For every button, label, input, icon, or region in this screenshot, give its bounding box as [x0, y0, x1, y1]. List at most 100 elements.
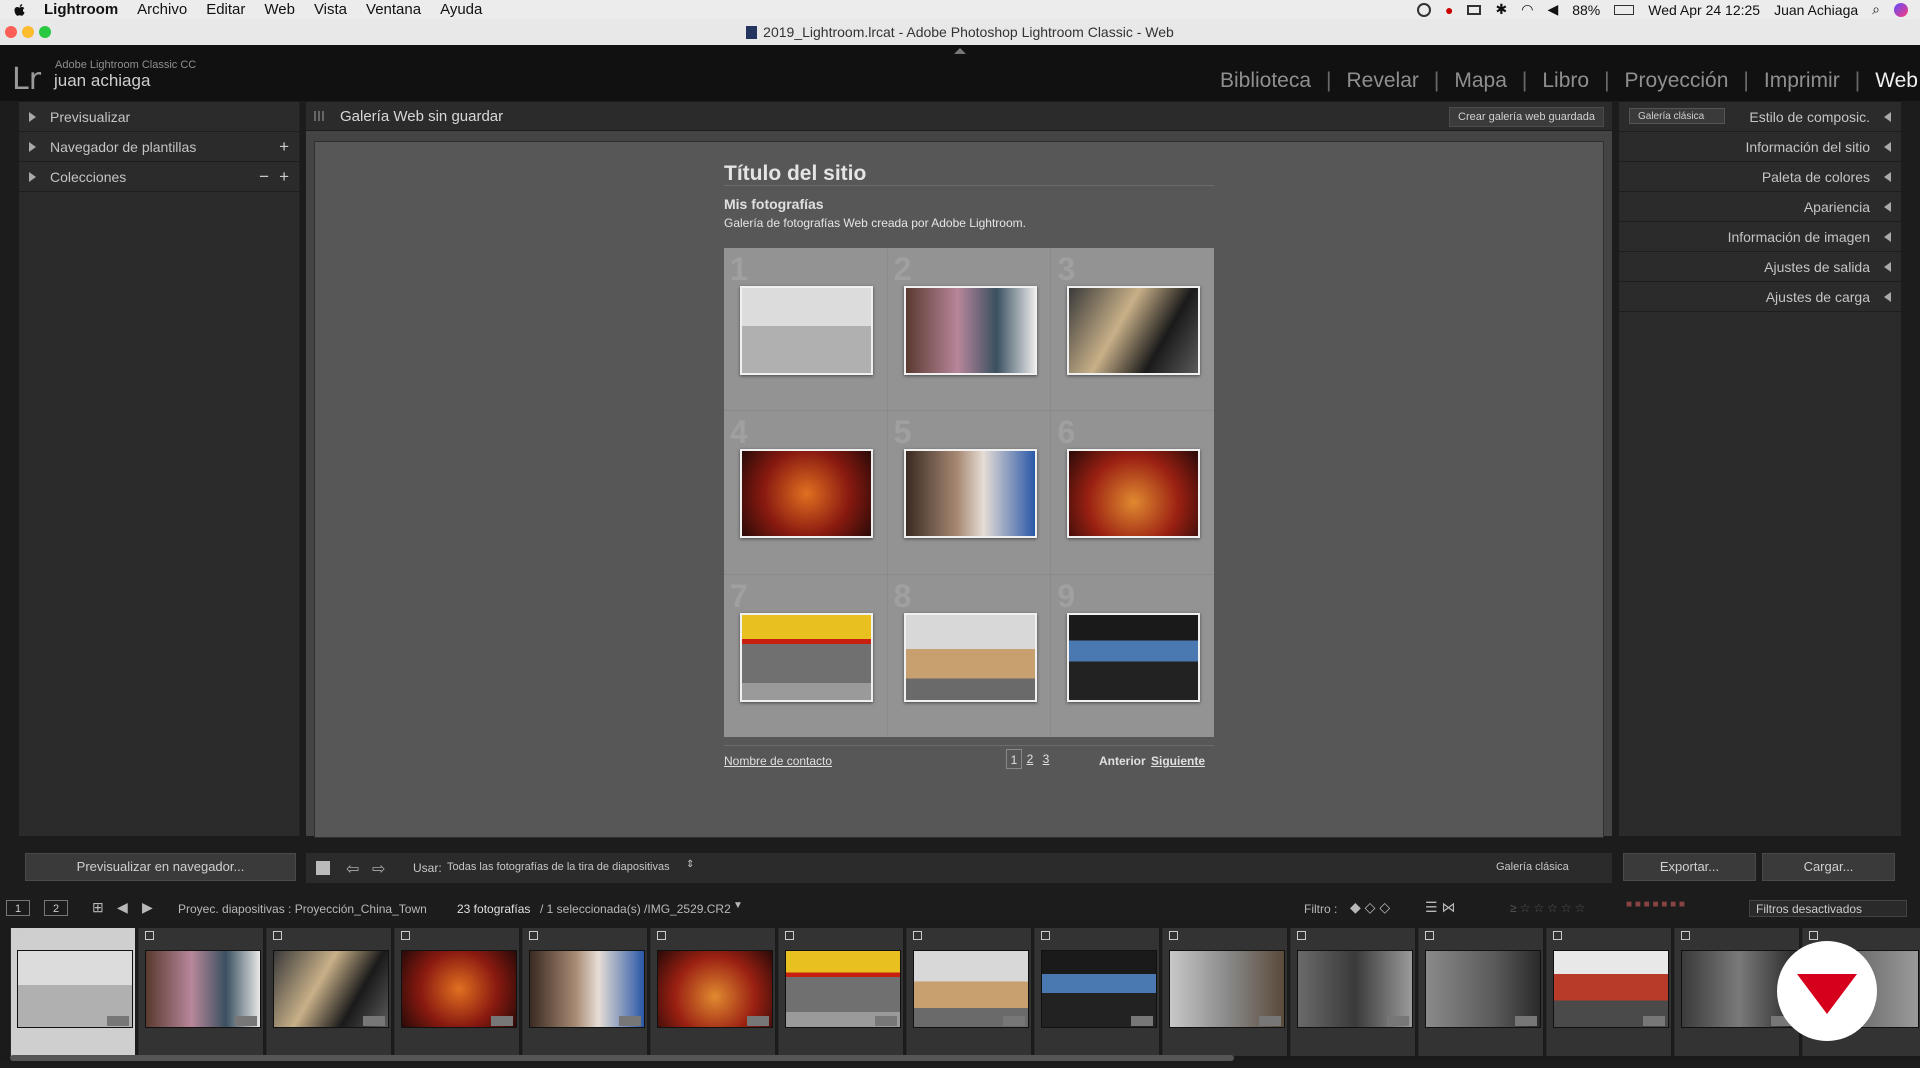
grid-cell[interactable]: 3: [1051, 248, 1214, 411]
main-window-button[interactable]: 1: [6, 900, 30, 916]
use-dropdown[interactable]: Todas las fotografías de la tira de diap…: [447, 861, 670, 873]
photo-thumbnail[interactable]: [1067, 286, 1201, 375]
collection-title[interactable]: Mis fotografías: [724, 196, 824, 212]
upload-button[interactable]: Cargar...: [1762, 853, 1895, 881]
menubar-user[interactable]: Juan Achiaga: [1774, 2, 1858, 18]
panel-estilo-composicion[interactable]: Galería clásica Estilo de composic.: [1619, 102, 1901, 132]
module-libro[interactable]: Libro: [1527, 69, 1604, 93]
create-saved-gallery-button[interactable]: Crear galería web guardada: [1449, 107, 1604, 127]
module-revelar[interactable]: Revelar: [1332, 69, 1434, 93]
menu-app-lightroom[interactable]: Lightroom: [44, 1, 118, 18]
selection-info[interactable]: / 1 seleccionada(s) /IMG_2529.CR2: [540, 902, 731, 916]
expand-triangle-icon[interactable]: [29, 111, 36, 122]
secondary-window-button[interactable]: 2: [44, 900, 68, 916]
panel-colecciones[interactable]: Colecciones − +: [19, 162, 299, 192]
menu-archivo[interactable]: Archivo: [137, 1, 187, 18]
siri-icon[interactable]: [1894, 2, 1908, 17]
collapse-triangle-icon[interactable]: [1884, 141, 1891, 152]
filmstrip-thumbnail[interactable]: [1162, 928, 1287, 1056]
photo-thumbnail[interactable]: [740, 286, 873, 375]
collapse-triangle-icon[interactable]: [1884, 291, 1891, 302]
grid-cell[interactable]: 5: [887, 411, 1051, 574]
volume-icon[interactable]: ◀: [1547, 1, 1558, 18]
rating-filter-stars[interactable]: ≥☆☆☆☆☆: [1510, 901, 1588, 915]
add-collection-button[interactable]: +: [279, 167, 289, 187]
creative-cloud-icon[interactable]: ●: [1445, 2, 1453, 18]
filmstrip-thumbnail[interactable]: [138, 928, 263, 1056]
filmstrip-thumbnail[interactable]: [1290, 928, 1415, 1056]
next-page-link[interactable]: Siguiente: [1151, 754, 1205, 768]
clock[interactable]: Wed Apr 24 12:25: [1648, 2, 1760, 18]
battery-icon[interactable]: [1614, 4, 1635, 15]
panel-navegador-plantillas[interactable]: Navegador de plantillas +: [19, 132, 299, 162]
grid-cell[interactable]: 4: [724, 411, 887, 574]
previous-arrow-icon[interactable]: ⇦: [346, 859, 359, 879]
filters-off-dropdown[interactable]: Filtros desactivados: [1749, 900, 1907, 917]
menu-editar[interactable]: Editar: [206, 1, 245, 18]
display-icon[interactable]: [1467, 4, 1482, 15]
module-mapa[interactable]: Mapa: [1439, 69, 1522, 93]
module-imprimir[interactable]: Imprimir: [1749, 69, 1855, 93]
menu-vista[interactable]: Vista: [314, 1, 347, 18]
filmstrip-thumbnail[interactable]: [906, 928, 1031, 1056]
panel-informacion-sitio[interactable]: Información del sitio: [1619, 132, 1901, 162]
wifi-icon[interactable]: ◠: [1521, 1, 1533, 18]
photo-thumbnail[interactable]: [903, 612, 1037, 702]
grid-cell[interactable]: 9: [1051, 574, 1214, 737]
forward-arrow-icon[interactable]: ▶: [142, 899, 153, 916]
grid-cell[interactable]: 1: [724, 248, 887, 411]
page-2[interactable]: 2: [1022, 749, 1038, 769]
color-filter-icon[interactable]: ■ ■ ■ ■ ■ ■ ■: [1626, 899, 1685, 910]
photo-thumbnail[interactable]: [1067, 449, 1201, 539]
back-arrow-icon[interactable]: ◀: [117, 899, 128, 916]
record-icon[interactable]: [1417, 2, 1432, 17]
contact-link[interactable]: Nombre de contacto: [724, 754, 832, 768]
page-3[interactable]: 3: [1038, 749, 1054, 769]
panel-informacion-imagen[interactable]: Información de imagen: [1619, 222, 1901, 252]
filmstrip-thumbnail[interactable]: [1546, 928, 1671, 1056]
photo-thumbnail[interactable]: [740, 612, 873, 702]
filmstrip-source[interactable]: Proyec. diapositivas : Proyección_China_…: [178, 902, 427, 916]
filmstrip-thumbnail[interactable]: [10, 928, 135, 1056]
site-title[interactable]: Título del sitio: [724, 162, 866, 186]
filmstrip-thumbnail[interactable]: [650, 928, 775, 1056]
home-page-icon[interactable]: [316, 861, 330, 875]
filmstrip-scrollbar[interactable]: [10, 1055, 1234, 1061]
module-proyeccion[interactable]: Proyección: [1610, 69, 1744, 93]
dropdown-chevron-icon[interactable]: ⇕: [686, 859, 694, 870]
collapse-triangle-icon[interactable]: [1884, 261, 1891, 272]
filmstrip-thumbnail[interactable]: [522, 928, 647, 1056]
remove-collection-button[interactable]: −: [259, 167, 269, 187]
next-arrow-icon[interactable]: ⇨: [372, 859, 385, 879]
spotlight-search-icon[interactable]: ⌕: [1872, 1, 1880, 18]
filmstrip-thumbnail[interactable]: [394, 928, 519, 1056]
collapse-top-panel-icon[interactable]: [954, 48, 966, 54]
photo-thumbnail[interactable]: [740, 449, 873, 539]
grid-cell[interactable]: 2: [887, 248, 1051, 411]
collapse-triangle-icon[interactable]: [1884, 111, 1891, 122]
page-1[interactable]: 1: [1006, 749, 1022, 769]
flag-filter-icon[interactable]: ◆ ◇ ◇: [1350, 899, 1390, 916]
grid-cell[interactable]: 8: [887, 574, 1051, 737]
menu-web[interactable]: Web: [264, 1, 295, 18]
menu-ventana[interactable]: Ventana: [366, 1, 421, 18]
panel-ajustes-salida[interactable]: Ajustes de salida: [1619, 252, 1901, 282]
bluetooth-icon[interactable]: ✱: [1495, 1, 1507, 18]
collapse-triangle-icon[interactable]: [1884, 171, 1891, 182]
menu-ayuda[interactable]: Ayuda: [440, 1, 482, 18]
panel-apariencia[interactable]: Apariencia: [1619, 192, 1901, 222]
layout-style-dropdown[interactable]: Galería clásica: [1629, 108, 1725, 124]
collapse-triangle-icon[interactable]: [1884, 231, 1891, 242]
filmstrip-thumbnail[interactable]: [1034, 928, 1159, 1056]
battery-percent[interactable]: 88%: [1572, 2, 1600, 18]
filmstrip-thumbnail[interactable]: [1418, 928, 1543, 1056]
expand-triangle-icon[interactable]: [29, 141, 36, 152]
photo-thumbnail[interactable]: [903, 286, 1037, 375]
chevron-down-icon[interactable]: ▼: [733, 900, 743, 911]
grid-cell[interactable]: 6: [1051, 411, 1214, 574]
collection-description[interactable]: Galería de fotografías Web creada por Ad…: [724, 216, 1026, 230]
panel-ajustes-carga[interactable]: Ajustes de carga: [1619, 282, 1901, 312]
filmstrip-thumbnail[interactable]: [266, 928, 391, 1056]
previous-page-link[interactable]: Anterior: [1099, 754, 1146, 768]
add-template-button[interactable]: +: [279, 137, 289, 157]
